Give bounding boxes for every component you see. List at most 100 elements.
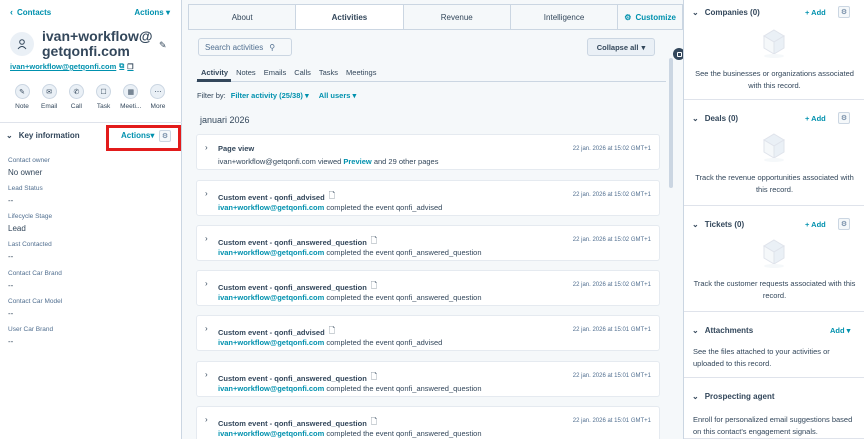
collapse-all-button[interactable]: Collapse all ▾ xyxy=(587,38,655,56)
actions-menu[interactable]: Actions ▾ xyxy=(134,8,170,17)
chevron-right-icon[interactable]: › xyxy=(205,234,208,243)
quick-action-2[interactable]: ✆ Call xyxy=(64,84,88,110)
subtab-calls[interactable]: Calls xyxy=(294,68,311,77)
activity-description: ivan+workflow@getqonfi.com viewed Previe… xyxy=(218,157,438,166)
activity-desc-link[interactable]: ivan+workflow@getqonfi.com xyxy=(218,203,324,212)
tab-revenue[interactable]: Revenue xyxy=(404,5,511,29)
section-toggle[interactable]: ⌄ Attachments xyxy=(692,326,753,335)
activity-card[interactable]: › Custom event - qonfi_advised 🗋 ivan+workf… xyxy=(196,180,660,216)
add-button[interactable]: + Add xyxy=(805,220,826,229)
add-button[interactable]: + Add xyxy=(805,114,826,123)
activity-card[interactable]: › Custom event - qonfi_answered_question 🗋… xyxy=(196,406,660,439)
section-toggle[interactable]: ⌄ Tickets (0) xyxy=(692,220,744,229)
section-toggle[interactable]: ⌄ Prospecting agent xyxy=(692,392,775,401)
key-info-actions-menu[interactable]: Actions▾ xyxy=(121,131,154,140)
chevron-right-icon[interactable]: › xyxy=(205,143,208,152)
activity-desc-link[interactable]: Preview xyxy=(343,157,371,166)
activity-card[interactable]: › Page view ivan+workflow@getqonfi.com vie… xyxy=(196,134,660,170)
section-settings-gear-icon[interactable]: ⚙ xyxy=(838,6,850,18)
gear-icon: ⚙ xyxy=(624,12,632,22)
section-settings-gear-icon[interactable]: ⚙ xyxy=(838,112,850,124)
key-information-toggle[interactable]: ⌄ Key information xyxy=(6,131,80,140)
add-button[interactable]: + Add xyxy=(805,8,826,17)
activity-card[interactable]: › Custom event - qonfi_advised 🗋 ivan+workf… xyxy=(196,315,660,351)
scrollbar[interactable] xyxy=(669,58,673,188)
property-value[interactable]: -- xyxy=(8,252,13,261)
subtab-activity[interactable]: Activity xyxy=(201,68,228,77)
tab-customize[interactable]: ⚙ Customize xyxy=(618,5,682,29)
property-value[interactable]: Lead xyxy=(8,224,26,233)
divider xyxy=(0,122,182,123)
section-toggle[interactable]: ⌄ Companies (0) xyxy=(692,8,760,17)
activity-desc-link[interactable]: ivan+workflow@getqonfi.com xyxy=(218,429,324,438)
property-label: Contact owner xyxy=(8,157,50,164)
quick-action-5[interactable]: ⋯ More xyxy=(146,84,170,110)
property-value[interactable]: -- xyxy=(8,309,13,318)
chevron-right-icon[interactable]: › xyxy=(205,189,208,198)
quick-action-1[interactable]: ✉ Email xyxy=(37,84,61,110)
activity-desc-suffix: completed the event qonfi_advised xyxy=(324,203,443,212)
all-users-dropdown[interactable]: All users ▾ xyxy=(319,91,357,100)
quick-action-label: Call xyxy=(70,103,82,110)
property-label: Last Contacted xyxy=(8,241,52,248)
activity-desc-link[interactable]: ivan+workflow@getqonfi.com xyxy=(218,293,324,302)
external-link-icon[interactable]: ⧉ xyxy=(119,63,124,71)
activity-description: ivan+workflow@getqonfi.com completed the… xyxy=(218,384,482,393)
back-to-contacts-link[interactable]: ‹ Contacts xyxy=(10,7,51,17)
quick-action-3[interactable]: ☐ Task xyxy=(92,84,116,110)
activity-timestamp: 22 jan. 2026 at 15:02 GMT+1 xyxy=(572,146,651,152)
activities-panel: About Activities Revenue Intelligence ⚙ … xyxy=(188,0,685,439)
property-value[interactable]: -- xyxy=(8,337,13,346)
filter-activity-label: Filter activity (25/38) xyxy=(230,91,303,100)
contact-email-link[interactable]: ivan+workflow@getqonfi.com xyxy=(10,62,116,71)
activity-card[interactable]: › Custom event - qonfi_answered_question 🗋… xyxy=(196,361,660,397)
subtab-tasks[interactable]: Tasks xyxy=(319,68,338,77)
filter-activity-dropdown[interactable]: Filter activity (25/38) ▾ xyxy=(231,91,309,100)
activity-desc-link[interactable]: ivan+workflow@getqonfi.com xyxy=(218,338,324,347)
caret-down-icon: ▾ xyxy=(641,42,646,52)
property-value[interactable]: -- xyxy=(8,281,13,290)
subtab-notes[interactable]: Notes xyxy=(236,68,256,77)
section-message: See the files attached to your activitie… xyxy=(693,347,830,368)
activity-desc-link[interactable]: ivan+workflow@getqonfi.com xyxy=(218,248,324,257)
activity-desc-link[interactable]: ivan+workflow@getqonfi.com xyxy=(218,384,324,393)
subtab-emails[interactable]: Emails xyxy=(264,68,287,77)
subtab-meetings[interactable]: Meetings xyxy=(346,68,376,77)
chevron-right-icon[interactable]: › xyxy=(205,415,208,424)
property-value[interactable]: -- xyxy=(8,196,13,205)
contact-email-row: ivan+workflow@getqonfi.com ⧉ ❐ xyxy=(10,62,134,71)
property-label: Lifecycle Stage xyxy=(8,213,53,220)
key-info-settings-gear-icon[interactable]: ⚙ xyxy=(159,130,171,142)
tab-activities[interactable]: Activities xyxy=(296,5,404,29)
section-settings-gear-icon[interactable]: ⚙ xyxy=(838,218,850,230)
search-activities-input[interactable]: Search activities ⚲ xyxy=(198,38,292,56)
chevron-right-icon[interactable]: › xyxy=(205,324,208,333)
chevron-right-icon[interactable]: › xyxy=(205,279,208,288)
activity-timestamp: 22 jan. 2026 at 15:01 GMT+1 xyxy=(572,418,651,424)
chevron-right-icon[interactable]: › xyxy=(205,370,208,379)
add-dropdown[interactable]: Add ▾ xyxy=(830,326,850,335)
activity-title-row: Custom event - qonfi_answered_question 🗋 xyxy=(218,416,377,430)
pencil-icon: ✎ xyxy=(14,84,30,99)
note-icon: 🗋 xyxy=(370,281,378,290)
quick-action-4[interactable]: ▦ Meeti... xyxy=(119,84,143,110)
filter-by-label: Filter by: xyxy=(197,91,226,100)
tab-about[interactable]: About xyxy=(189,5,297,29)
search-placeholder: Search activities xyxy=(205,42,264,52)
quick-actions: ✎ Note ✉ Email ✆ Call ☐ Task ▦ Meeti... ⋯ More xyxy=(10,84,170,110)
property-value[interactable]: No owner xyxy=(8,168,42,177)
avatar xyxy=(10,32,34,56)
tab-intelligence[interactable]: Intelligence xyxy=(511,5,619,29)
sidebar-section-0: ⌄ Companies (0) + Add ⚙ See the businesses o… xyxy=(684,0,864,100)
section-toggle[interactable]: ⌄ Deals (0) xyxy=(692,114,738,123)
copy-icon[interactable]: ❐ xyxy=(127,63,133,71)
customize-label: Customize xyxy=(635,12,676,22)
activity-card[interactable]: › Custom event - qonfi_answered_question 🗋… xyxy=(196,225,660,261)
activity-desc-suffix: completed the event qonfi_answered_quest… xyxy=(324,248,482,257)
edit-name-icon[interactable]: ✎ xyxy=(159,40,167,51)
quick-action-label: Meeti... xyxy=(120,103,142,110)
activity-card[interactable]: › Custom event - qonfi_answered_question 🗋… xyxy=(196,270,660,306)
sidebar-section-2: ⌄ Tickets (0) + Add ⚙ Track the customer req… xyxy=(684,212,864,312)
activity-title: Custom event - qonfi_answered_question xyxy=(218,373,367,383)
quick-action-0[interactable]: ✎ Note xyxy=(10,84,34,110)
